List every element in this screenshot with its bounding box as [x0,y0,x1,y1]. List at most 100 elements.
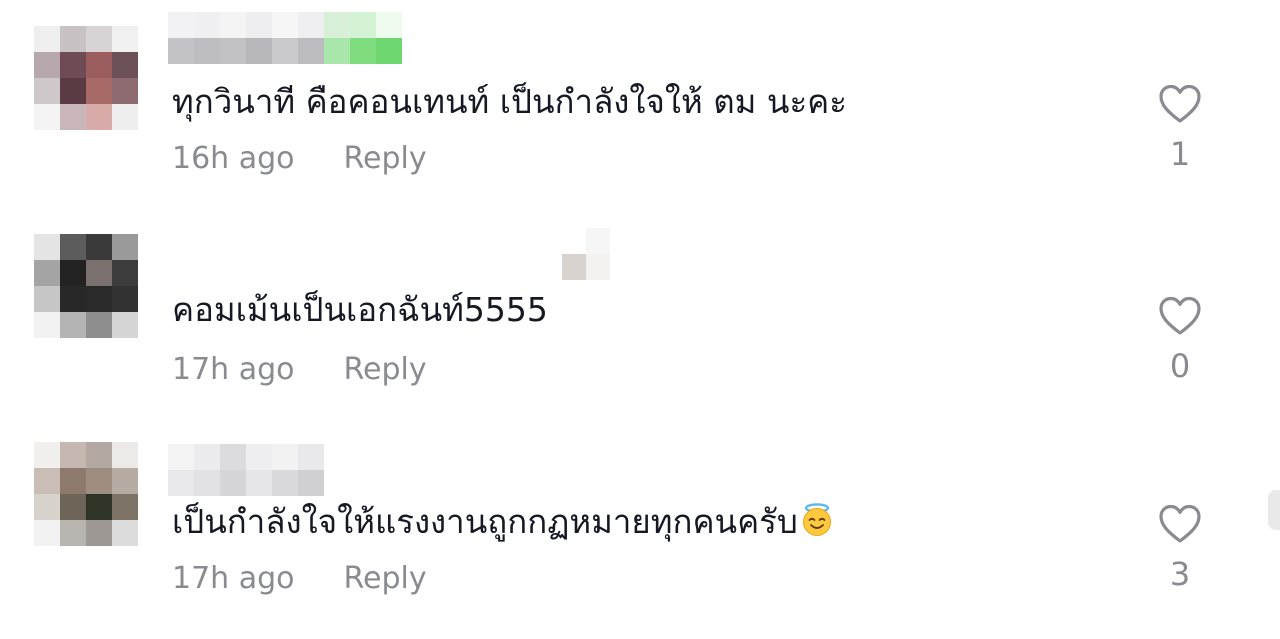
avatar-pixel [60,442,86,468]
comment-time: 16h ago [172,141,295,176]
avatar-pixel [34,312,60,338]
avatar-pixel [112,260,138,286]
avatar[interactable] [34,442,138,546]
comment-text-content: เป็นกำลังใจให้แรงงานถูกกฏหมายทุกคนครับ [172,502,798,541]
avatar-pixel [60,104,86,130]
like-count: 1 [1169,135,1191,173]
comment-meta: 17h ago Reply [172,561,427,597]
avatar-pixel [34,104,60,130]
avatar-pixel [86,286,112,312]
scroll-edge-handle[interactable] [1268,490,1280,530]
like-group: 0 [1148,296,1212,384]
reply-button[interactable]: Reply [344,352,427,388]
avatar-pixel [60,520,86,546]
username-pixel [324,12,350,38]
avatar-pixel [34,286,60,312]
username-pixel [376,38,402,64]
avatar-pixel [86,312,112,338]
username-pixel [272,12,298,38]
avatar-pixel [60,312,86,338]
avatar-pixel [86,260,112,286]
reply-button[interactable]: Reply [344,561,427,597]
username-pixel [246,444,272,470]
username-pixel [272,444,298,470]
username-pixel [376,12,402,38]
comment-time: 17h ago [172,352,295,387]
username-pixel [298,470,324,496]
username-pixel [220,470,246,496]
username-pixel [194,38,220,64]
username-pixel [220,38,246,64]
avatar-pixel [112,520,138,546]
comment-meta: 17h ago Reply [172,352,427,388]
avatar-pixel [34,468,60,494]
comment-time: 17h ago [172,561,295,596]
heart-outline-icon[interactable] [1158,504,1202,544]
avatar-pixel [86,104,112,130]
smiling-face-with-halo-icon [802,503,831,536]
comment-text: ทุกวินาที คือคอนเทนท์ เป็นกำลังใจให้ ตม … [172,82,847,121]
avatar-pixel [34,78,60,104]
username-pixel [246,38,272,64]
avatar-pixel [60,260,86,286]
avatar-pixel [112,494,138,520]
avatar-pixel [60,494,86,520]
avatar-pixel [86,520,112,546]
comment-meta: 16h ago Reply [172,141,427,177]
avatar-pixel [34,442,60,468]
username-pixel [168,444,194,470]
username-pixel [168,470,194,496]
like-group: 3 [1148,504,1212,592]
avatar-pixel [86,52,112,78]
comment-text: เป็นกำลังใจให้แรงงานถูกกฏหมายทุกคนครับ [172,502,834,542]
username-pixel [194,470,220,496]
like-group: 1 [1148,84,1212,172]
heart-outline-icon[interactable] [1158,296,1202,336]
username-pixel [194,444,220,470]
comment-item: ทุกวินาที คือคอนเทนท์ เป็นกำลังใจให้ ตม … [0,0,1280,200]
avatar-pixel [60,286,86,312]
username-pixel [350,12,376,38]
avatar-pixel [60,26,86,52]
avatar-pixel [34,494,60,520]
avatar-pixel [112,52,138,78]
avatar-pixel [86,468,112,494]
like-count: 3 [1169,555,1191,593]
avatar-pixel [112,468,138,494]
avatar-pixel [34,26,60,52]
avatar-pixel [86,78,112,104]
avatar-pixel [112,26,138,52]
avatar-pixel [112,78,138,104]
username-pixel [272,470,298,496]
avatar-pixel [60,78,86,104]
username-pixel [220,444,246,470]
avatar-pixel [112,234,138,260]
username-pixel [298,444,324,470]
username-pixel [246,470,272,496]
heart-outline-icon[interactable] [1158,84,1202,124]
avatar-pixel [112,104,138,130]
avatar-pixel [60,52,86,78]
username-blurred[interactable] [168,444,324,496]
reply-button[interactable]: Reply [344,141,427,177]
blurred-redaction [562,228,610,280]
username-blurred[interactable] [168,12,402,64]
username-pixel [272,38,298,64]
avatar-pixel [86,442,112,468]
avatar-pixel [34,520,60,546]
avatar[interactable] [34,26,138,130]
avatar-pixel [34,52,60,78]
avatar-pixel [112,286,138,312]
username-pixel [194,12,220,38]
username-pixel [298,38,324,64]
avatar-pixel [112,312,138,338]
comment-text: คอมเม้นเป็นเอกฉันท์5555 [172,290,548,329]
username-pixel [220,12,246,38]
avatar-pixel [34,260,60,286]
avatar-pixel [86,494,112,520]
username-pixel [168,12,194,38]
avatar[interactable] [34,234,138,338]
username-pixel [298,12,324,38]
comment-item: คอมเม้นเป็นเอกฉันท์5555 17h ago Reply 0 [0,210,1280,410]
username-pixel [246,12,272,38]
